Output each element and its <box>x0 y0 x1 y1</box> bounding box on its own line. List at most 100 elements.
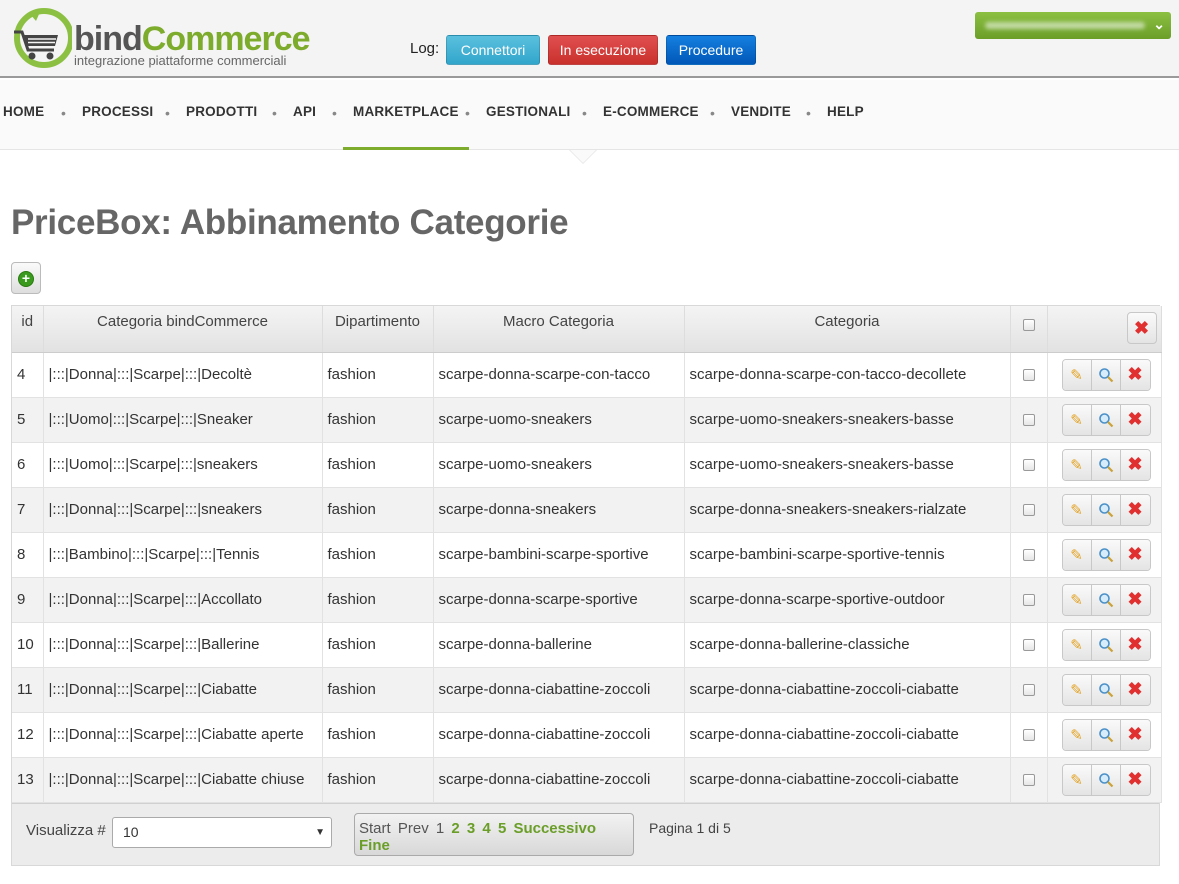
add-button[interactable]: + <box>11 262 41 294</box>
pager-page-2[interactable]: 2 <box>451 820 459 837</box>
delete-button[interactable]: ✖ <box>1120 359 1150 390</box>
connectors-button[interactable]: Connettori <box>446 35 540 65</box>
nav-marketplace[interactable]: MARKETPLACE <box>353 104 459 119</box>
edit-button[interactable]: ✎ <box>1062 584 1092 615</box>
procedures-button[interactable]: Procedure <box>666 35 756 65</box>
nav-prodotti[interactable]: PRODOTTI <box>186 104 257 119</box>
cell-categoria: scarpe-donna-ballerine-classiche <box>684 622 1011 668</box>
edit-button[interactable]: ✎ <box>1062 404 1092 435</box>
view-button[interactable] <box>1091 539 1121 570</box>
nav-vendite[interactable]: VENDITE <box>731 104 791 119</box>
cell-categoria-bindcommerce: |:::|Bambino|:::|Scarpe|:::|Tennis <box>43 532 323 578</box>
table-row[interactable]: 12 |:::|Donna|:::|Scarpe|:::|Ciabatte ape… <box>12 712 1162 758</box>
cell-macro-categoria: scarpe-uomo-sneakers <box>433 397 685 443</box>
edit-button[interactable]: ✎ <box>1062 539 1092 570</box>
cell-categoria-bindcommerce: |:::|Donna|:::|Scarpe|:::|Decoltè <box>43 352 323 398</box>
row-checkbox[interactable] <box>1022 684 1035 697</box>
nav-home[interactable]: HOME <box>3 104 44 119</box>
x-icon: ✖ <box>1127 679 1143 699</box>
row-checkbox[interactable] <box>1022 414 1035 427</box>
page-size-select[interactable]: 10 ▼ <box>112 816 332 848</box>
view-button[interactable] <box>1091 719 1121 750</box>
table-row[interactable]: 6 |:::|Uomo|:::|Scarpe|:::|sneakers fashio… <box>12 442 1162 488</box>
table-row[interactable]: 5 |:::|Uomo|:::|Scarpe|:::|Sneaker fashion… <box>12 397 1162 443</box>
category-table: id Categoria bindCommerce Dipartimento M… <box>12 306 1162 803</box>
edit-button[interactable]: ✎ <box>1062 764 1092 795</box>
view-button[interactable] <box>1091 629 1121 660</box>
view-button[interactable] <box>1091 404 1121 435</box>
delete-button[interactable]: ✖ <box>1120 629 1150 660</box>
row-checkbox[interactable] <box>1022 504 1035 517</box>
cell-macro-categoria: scarpe-donna-ciabattine-zoccoli <box>433 757 685 803</box>
cell-dipartimento: fashion <box>322 712 434 758</box>
view-button[interactable] <box>1091 764 1121 795</box>
pager-next[interactable]: Successivo <box>513 820 596 837</box>
delete-button[interactable]: ✖ <box>1120 404 1150 435</box>
row-checkbox[interactable] <box>1022 549 1035 562</box>
nav-ecommerce[interactable]: E-COMMERCE <box>603 104 699 119</box>
col-macro-categoria[interactable]: Macro Categoria <box>433 306 685 353</box>
pager-start[interactable]: Start <box>359 820 391 837</box>
col-categoria-bindcommerce[interactable]: Categoria bindCommerce <box>43 306 323 353</box>
delete-button[interactable]: ✖ <box>1120 449 1150 480</box>
table-row[interactable]: 8 |:::|Bambino|:::|Scarpe|:::|Tennis fashi… <box>12 532 1162 578</box>
table-row[interactable]: 10 |:::|Donna|:::|Scarpe|:::|Ballerine fas… <box>12 622 1162 668</box>
delete-button[interactable]: ✖ <box>1120 719 1150 750</box>
view-button[interactable] <box>1091 494 1121 525</box>
col-id[interactable]: id <box>12 306 44 353</box>
edit-button[interactable]: ✎ <box>1062 494 1092 525</box>
table-row[interactable]: 13 |:::|Donna|:::|Scarpe|:::|Ciabatte chi… <box>12 757 1162 803</box>
delete-button[interactable]: ✖ <box>1120 764 1150 795</box>
cell-dipartimento: fashion <box>322 487 434 533</box>
col-dipartimento[interactable]: Dipartimento <box>322 306 434 353</box>
delete-button[interactable]: ✖ <box>1120 584 1150 615</box>
table-row[interactable]: 11 |:::|Donna|:::|Scarpe|:::|Ciabatte fash… <box>12 667 1162 713</box>
edit-button[interactable]: ✎ <box>1062 359 1092 390</box>
user-menu-dropdown[interactable]: ⌄ <box>975 12 1171 39</box>
edit-button[interactable]: ✎ <box>1062 449 1092 480</box>
edit-button[interactable]: ✎ <box>1062 719 1092 750</box>
pager-page-1[interactable]: 1 <box>436 820 444 837</box>
pager-prev[interactable]: Prev <box>398 820 429 837</box>
cell-macro-categoria: scarpe-donna-scarpe-sportive <box>433 577 685 623</box>
table-header-row: id Categoria bindCommerce Dipartimento M… <box>12 306 1162 353</box>
nav-api[interactable]: API <box>293 104 316 119</box>
cell-macro-categoria: scarpe-uomo-sneakers <box>433 442 685 488</box>
row-actions: ✎ ✖ <box>1061 628 1151 661</box>
delete-button[interactable]: ✖ <box>1120 674 1150 705</box>
pager-page-3[interactable]: 3 <box>467 820 475 837</box>
nav-processi[interactable]: PROCESSI <box>82 104 153 119</box>
delete-button[interactable]: ✖ <box>1120 539 1150 570</box>
table-row[interactable]: 7 |:::|Donna|:::|Scarpe|:::|sneakers fashi… <box>12 487 1162 533</box>
running-button[interactable]: In esecuzione <box>548 35 658 65</box>
pager-page-4[interactable]: 4 <box>482 820 490 837</box>
nav-help[interactable]: HELP <box>827 104 864 119</box>
pager-page-5[interactable]: 5 <box>498 820 506 837</box>
view-button[interactable] <box>1091 584 1121 615</box>
row-checkbox[interactable] <box>1022 729 1035 742</box>
view-button[interactable] <box>1091 449 1121 480</box>
bindcommerce-logo[interactable]: bindCommerce integrazione piattaforme co… <box>10 8 311 70</box>
edit-button[interactable]: ✎ <box>1062 674 1092 705</box>
row-checkbox[interactable] <box>1022 774 1035 787</box>
view-button[interactable] <box>1091 359 1121 390</box>
magnifier-icon <box>1098 457 1113 472</box>
cell-id: 12 <box>12 712 44 758</box>
row-checkbox[interactable] <box>1022 594 1035 607</box>
x-icon: ✖ <box>1127 454 1143 474</box>
plus-circle-icon: + <box>18 271 34 287</box>
table-row[interactable]: 9 |:::|Donna|:::|Scarpe|:::|Accollato fash… <box>12 577 1162 623</box>
row-checkbox[interactable] <box>1022 459 1035 472</box>
nav-gestionali[interactable]: GESTIONALI <box>486 104 571 119</box>
delete-selected-button[interactable]: ✖ <box>1126 312 1157 344</box>
delete-button[interactable]: ✖ <box>1120 494 1150 525</box>
pager-end[interactable]: Fine <box>359 837 390 854</box>
cell-macro-categoria: scarpe-bambini-scarpe-sportive <box>433 532 685 578</box>
table-row[interactable]: 4 |:::|Donna|:::|Scarpe|:::|Decoltè fashio… <box>12 352 1162 398</box>
select-all-checkbox[interactable] <box>1022 319 1035 332</box>
edit-button[interactable]: ✎ <box>1062 629 1092 660</box>
row-checkbox[interactable] <box>1022 369 1035 382</box>
col-categoria[interactable]: Categoria <box>684 306 1011 353</box>
row-checkbox[interactable] <box>1022 639 1035 652</box>
view-button[interactable] <box>1091 674 1121 705</box>
